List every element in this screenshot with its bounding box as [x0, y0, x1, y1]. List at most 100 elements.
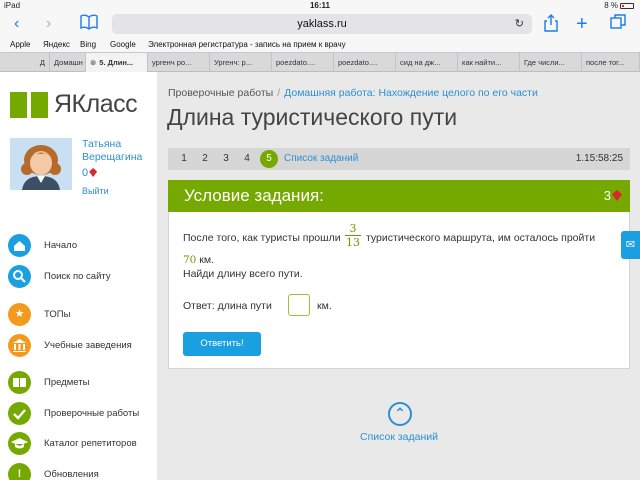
browser-toolbar: ‹ › yaklass.ru ↻ +	[0, 12, 640, 36]
tab-item[interactable]: Где числи...	[520, 53, 582, 72]
question-1[interactable]: 1	[175, 150, 193, 168]
forward-icon[interactable]: ›	[46, 14, 51, 34]
task-points: 3	[604, 188, 622, 203]
nav-label: Обновления	[44, 469, 99, 480]
answer-unit: км.	[317, 300, 332, 312]
user-score-value: 0	[82, 167, 89, 179]
nav-tests[interactable]: Проверочные работы	[8, 402, 156, 426]
url-text: yaklass.ru	[297, 18, 347, 30]
bookmark-google[interactable]: Google	[110, 40, 136, 49]
task-card-header: Условие задания: 3	[168, 180, 630, 212]
tab-active[interactable]: ⊗ 5. Длин...	[86, 53, 148, 72]
back-icon[interactable]: ‹	[14, 14, 19, 34]
nav-label: Проверочные работы	[44, 408, 140, 419]
nav-label: Предметы	[44, 377, 90, 388]
task-list-bottom-link[interactable]: Список заданий	[360, 431, 438, 443]
question-2[interactable]: 2	[196, 150, 214, 168]
tab-item[interactable]: Домашн	[50, 53, 86, 72]
breadcrumb-root[interactable]: Проверочные работы	[168, 87, 273, 99]
gem-icon	[612, 190, 622, 201]
tab-item[interactable]: ургенч ро...	[148, 53, 210, 72]
gem-icon	[89, 168, 98, 177]
chevron-up-icon[interactable]: ⌃	[388, 402, 412, 426]
tab-strip: Д Домашн ⊗ 5. Длин... ургенч ро... Ургенч…	[0, 52, 640, 72]
fraction-numerator: 3	[349, 222, 357, 235]
avatar[interactable]	[10, 138, 72, 190]
bookmark-apple[interactable]: Apple	[10, 40, 30, 49]
main-content: Проверочные работы / Домашняя работа: Нахо…	[157, 72, 640, 480]
nav-label: Учебные заведения	[44, 340, 132, 351]
question-nav-bar: 1 2 3 4 5 Список заданий 1.15:58:25	[168, 148, 630, 170]
task-card-body: После того, как туристы прошли 3 13 тури…	[168, 212, 630, 369]
task-unit: км.	[199, 254, 215, 266]
bookmarks-bar: Apple Яндекс Bing Google Электронная рег…	[0, 36, 640, 52]
battery-text: 8 %	[604, 1, 618, 10]
school-icon	[8, 334, 31, 357]
star-icon: ★	[8, 303, 31, 326]
battery-icon	[620, 2, 634, 9]
bookmark-bing[interactable]: Bing	[80, 40, 96, 49]
battery-status: 8 %	[604, 1, 634, 10]
bookmark-registry[interactable]: Электронная регистратура - запись на при…	[148, 40, 346, 49]
task-distance-line: 70 км.	[183, 254, 214, 266]
clock: 16:11	[309, 1, 331, 10]
breadcrumb-current[interactable]: Домашняя работа: Нахождение целого по ег…	[284, 87, 538, 99]
question-4[interactable]: 4	[238, 150, 256, 168]
nav-label: Начало	[44, 240, 78, 251]
tabs-overview-icon[interactable]	[610, 14, 626, 36]
new-tab-icon[interactable]: +	[576, 14, 588, 34]
check-icon	[8, 402, 31, 425]
avatar-girl-icon	[10, 138, 72, 190]
tab-item[interactable]: Д	[0, 53, 50, 72]
breadcrumb-separator: /	[277, 87, 281, 99]
reload-icon[interactable]: ↻	[515, 14, 524, 34]
bookmark-yandex[interactable]: Яндекс	[43, 40, 70, 49]
page-title: Длина туристического пути	[167, 104, 458, 130]
address-bar[interactable]: yaklass.ru ↻	[112, 14, 532, 34]
nav-search[interactable]: Поиск по сайту	[8, 265, 156, 289]
fraction-denominator: 13	[346, 236, 360, 249]
exclamation-icon: !	[8, 463, 31, 480]
close-tab-icon[interactable]: ⊗	[90, 58, 96, 67]
answer-label: Ответ: длина пути	[183, 300, 272, 312]
status-bar: iPad 16:11 8 %	[0, 0, 640, 12]
timer: 1.15:58:25	[575, 153, 623, 164]
breadcrumb: Проверочные работы / Домашняя работа: Нахо…	[168, 87, 538, 99]
graduation-cap-icon	[8, 432, 31, 455]
share-icon[interactable]	[544, 14, 558, 38]
logout-link[interactable]: Выйти	[82, 186, 109, 196]
task-list-link[interactable]: Список заданий	[284, 153, 358, 164]
nav-label: Поиск по сайту	[44, 271, 111, 282]
question-3[interactable]: 3	[217, 150, 235, 168]
nav-home[interactable]: Начало	[8, 234, 156, 258]
answer-input[interactable]	[288, 294, 310, 316]
book-logo-icon	[10, 92, 48, 118]
tab-item[interactable]: как найти...	[458, 53, 520, 72]
task-distance: 70	[183, 254, 197, 266]
task-text-before: После того, как туристы прошли	[183, 232, 341, 244]
logo-text: ЯКласс	[54, 90, 138, 118]
mail-feedback-icon[interactable]: ✉	[621, 231, 640, 259]
sidebar: ЯКласс Татьяна Верещагина 0 Выйти Начало…	[0, 72, 157, 480]
tab-active-label: 5. Длин...	[99, 58, 134, 67]
nav-tutors[interactable]: Каталог репетиторов	[8, 432, 156, 456]
nav-updates[interactable]: ! Обновления	[8, 463, 156, 480]
home-icon	[8, 234, 31, 257]
submit-answer-button[interactable]: Ответить!	[183, 332, 261, 356]
user-name[interactable]: Татьяна Верещагина	[82, 138, 154, 164]
nav-schools[interactable]: Учебные заведения	[8, 334, 156, 358]
nav-label: Каталог репетиторов	[44, 438, 137, 449]
tab-item[interactable]: сид на дж...	[396, 53, 458, 72]
nav-tops[interactable]: ★ ТОПы	[8, 303, 156, 327]
tab-item[interactable]: Ургенч: р...	[210, 53, 272, 72]
search-icon	[8, 265, 31, 288]
task-card-title: Условие задания:	[184, 186, 324, 205]
tab-item[interactable]: после тог...	[582, 53, 640, 72]
question-5-active[interactable]: 5	[260, 150, 278, 168]
nav-subjects[interactable]: Предметы	[8, 371, 156, 395]
tab-item[interactable]: poezdato....	[334, 53, 396, 72]
tab-item[interactable]: poezdato....	[272, 53, 334, 72]
task-question: Найди длину всего пути.	[183, 268, 303, 280]
bookmarks-book-icon[interactable]	[80, 14, 98, 36]
task-points-value: 3	[603, 188, 611, 203]
